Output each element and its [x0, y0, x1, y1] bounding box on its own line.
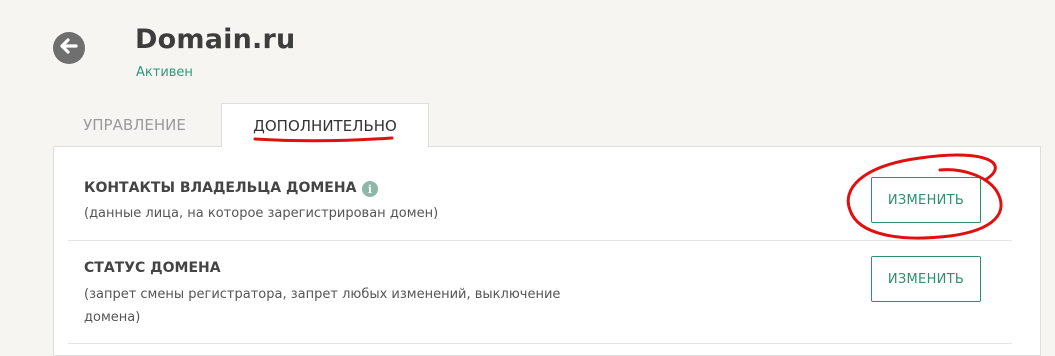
domain-status-description-line2: домена) — [84, 310, 141, 325]
edit-owner-contacts-button[interactable]: ИЗМЕНИТЬ — [871, 177, 981, 223]
page-title: Domain.ru — [135, 24, 296, 55]
info-icon[interactable]: i — [362, 181, 378, 197]
tab-additional[interactable]: ДОПОЛНИТЕЛЬНО — [221, 103, 429, 147]
status-text: Активен — [136, 65, 193, 80]
back-button[interactable] — [53, 32, 85, 64]
edit-domain-status-button[interactable]: ИЗМЕНИТЬ — [871, 256, 981, 302]
row-divider — [68, 343, 1012, 344]
owner-contacts-description: (данные лица, на которое зарегистрирован… — [84, 206, 439, 221]
domain-status-title: СТАТУС ДОМЕНА — [84, 260, 221, 276]
arrow-left-icon — [58, 35, 80, 61]
domain-status-description-line1: (запрет смены регистратора, запрет любых… — [84, 287, 561, 302]
owner-contacts-title: КОНТАКТЫ ВЛАДЕЛЬЦА ДОМЕНА — [84, 180, 357, 196]
tab-management[interactable]: УПРАВЛЕНИЕ — [67, 103, 202, 147]
row-divider — [68, 240, 1012, 241]
